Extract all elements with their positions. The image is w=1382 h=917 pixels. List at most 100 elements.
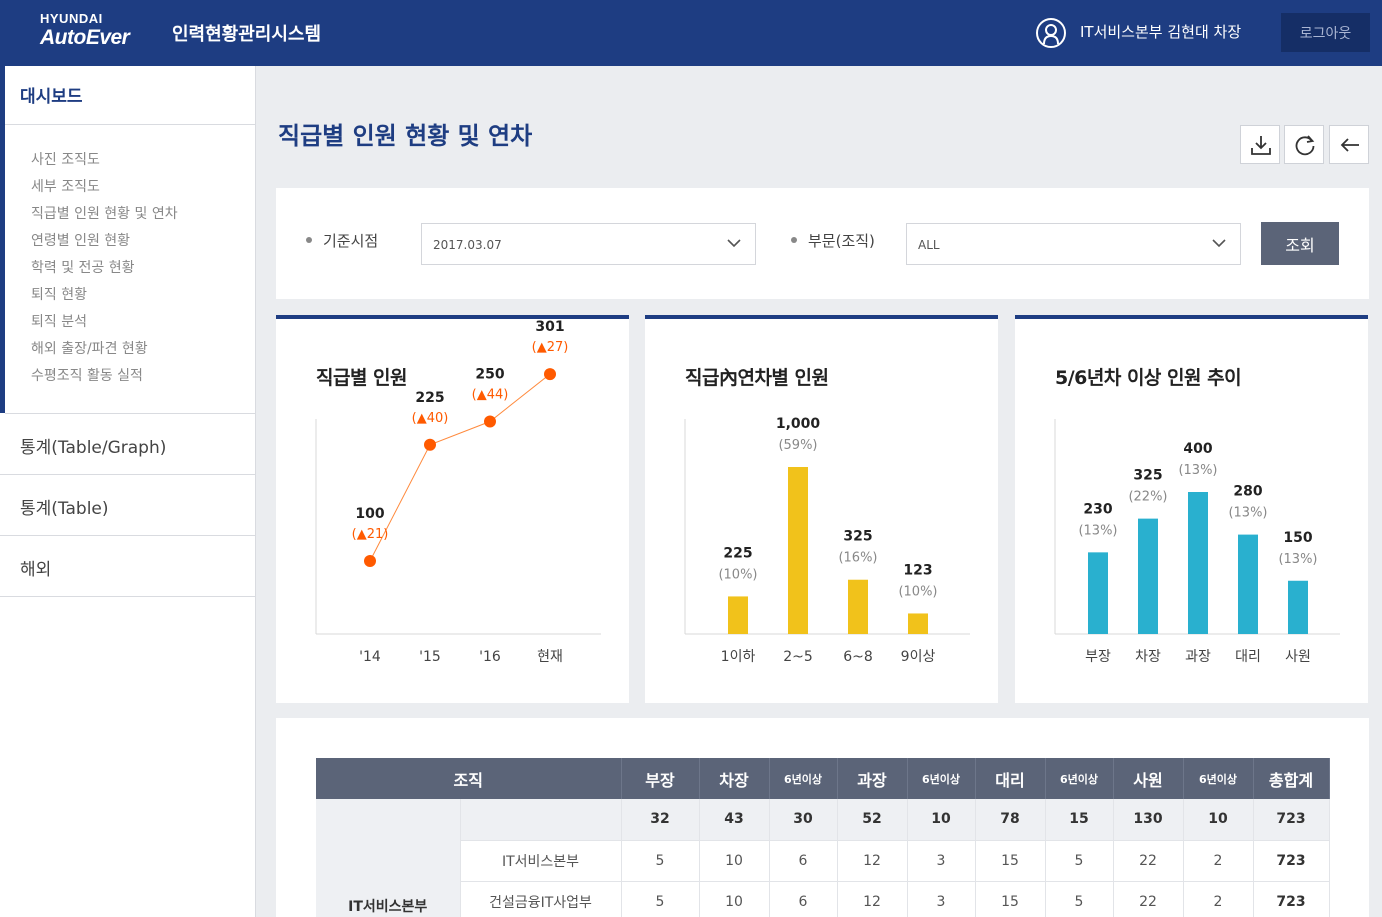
bar	[788, 467, 808, 634]
table-cell: IT서비스본부	[460, 840, 622, 882]
user-icon[interactable]	[1036, 18, 1066, 48]
data-point	[484, 415, 496, 428]
submenu-item-overseas-trip[interactable]: 해외 출장/파견 현황	[31, 339, 178, 366]
sidebar-item-stats-table[interactable]: 통계(Table)	[20, 494, 109, 519]
column-header[interactable]: 6년이상	[769, 758, 838, 799]
table-cell: 5	[1045, 881, 1114, 917]
submenu-item-horizontal-org[interactable]: 수평조직 활동 실적	[31, 366, 178, 393]
table-cell: 3	[907, 840, 976, 882]
table-cell: 15	[975, 840, 1046, 882]
submenu-item-photo-org[interactable]: 사진 조직도	[31, 150, 178, 177]
column-header[interactable]: 6년이상	[907, 758, 976, 799]
delta-label: (▲21)	[352, 527, 389, 542]
bullet	[791, 237, 797, 243]
hyundai-autoever-logo[interactable]: HYUNDAI AutoEver	[40, 12, 155, 52]
table-cell: 5	[621, 881, 700, 917]
data-label: 150	[1283, 530, 1312, 546]
data-point	[544, 368, 556, 381]
column-header[interactable]: 조직	[316, 758, 622, 799]
table-cell: 10	[907, 799, 976, 841]
table-cell: 15	[975, 881, 1046, 917]
divider	[0, 535, 256, 536]
page-title: 직급별 인원 현황 및 연차	[278, 122, 533, 150]
chevron-down-icon	[1212, 239, 1226, 248]
back-button[interactable]	[1329, 125, 1369, 164]
sidebar-item-overseas[interactable]: 해외	[20, 555, 51, 580]
table-cell: 10	[699, 840, 770, 882]
submenu-item-retirement[interactable]: 퇴직 현황	[31, 285, 178, 312]
table-panel: 조직 부장 차장 6년이상 과장 6년이상 대리 6년이상 사원 6년이상 총합…	[276, 718, 1369, 917]
org-cell: IT서비스본부	[316, 799, 461, 917]
date-select[interactable]: 2017.03.07	[421, 223, 756, 265]
org-select[interactable]: ALL	[906, 223, 1241, 265]
submenu-item-retirement-analysis[interactable]: 퇴직 분석	[31, 312, 178, 339]
data-label: 1,000	[776, 416, 821, 432]
divider	[0, 474, 256, 475]
data-point	[424, 438, 436, 451]
data-label: 225	[723, 545, 752, 561]
data-label: 325	[843, 529, 872, 545]
line-chart: 100 (▲21) '14 225 (▲40) '15 250 (▲44) '16 301 (▲27…	[315, 319, 601, 665]
column-header[interactable]: 사원	[1113, 758, 1184, 799]
bar	[1288, 580, 1308, 634]
table-cell: 12	[837, 881, 908, 917]
table-cell: 32	[621, 799, 700, 841]
tick-label: 대리	[1235, 649, 1261, 665]
table-cell: 43	[699, 799, 770, 841]
delta-label: (▲40)	[412, 411, 449, 426]
data-label: 250	[475, 367, 504, 383]
table-cell: 130	[1113, 799, 1184, 841]
column-header[interactable]: 6년이상	[1183, 758, 1254, 799]
chart-card-senior-trend: 5/6년차 이상 인원 추이 230 (13%) 부장 325 (22%) 차장 400 (1…	[1015, 315, 1368, 703]
submenu-item-detail-org[interactable]: 세부 조직도	[31, 177, 178, 204]
tick-label: 사원	[1285, 649, 1311, 665]
table-cell: 건설금융IT사업부	[460, 881, 622, 917]
column-header[interactable]: 과장	[837, 758, 908, 799]
series-line	[369, 373, 551, 562]
column-header[interactable]: 총합계	[1253, 758, 1330, 799]
logout-button[interactable]: 로그아웃	[1281, 13, 1370, 52]
tick-label: 부장	[1085, 649, 1111, 665]
table-cell: 6	[769, 840, 838, 882]
table-row[interactable]: IT서비스본부 5 10 6 12 3 15 5 22 2 723	[316, 840, 1330, 882]
data-label: 225	[415, 390, 444, 406]
download-button[interactable]	[1240, 125, 1280, 164]
column-header[interactable]: 대리	[975, 758, 1046, 799]
chart-card-rank-staff: 직급별 인원 100 (▲21) '14 225 (▲40) '15 250 (▲44) '16…	[276, 315, 629, 703]
percent-label: (16%)	[838, 551, 877, 566]
table-cell: 30	[769, 799, 838, 841]
table-cell	[460, 799, 622, 841]
top-header: HYUNDAI AutoEver 인력현황관리시스템 IT서비스본부 김현대 차…	[0, 0, 1382, 66]
table-header-row: 조직 부장 차장 6년이상 과장 6년이상 대리 6년이상 사원 6년이상 총합…	[316, 758, 1330, 799]
table-cell: 10	[699, 881, 770, 917]
divider	[0, 596, 256, 597]
tick-label: '14	[359, 649, 381, 665]
bar	[1188, 492, 1208, 634]
refresh-button[interactable]	[1284, 125, 1324, 164]
table-cell: 2	[1183, 840, 1254, 882]
submenu-item-rank-staff[interactable]: 직급별 인원 현황 및 연차	[31, 204, 178, 231]
table-cell: 5	[1045, 840, 1114, 882]
user-name: IT서비스본부 김현대 차장	[1080, 23, 1242, 41]
percent-label: (13%)	[1228, 506, 1267, 521]
percent-label: (13%)	[1178, 463, 1217, 478]
sidebar-item-stats-table-graph[interactable]: 통계(Table/Graph)	[20, 433, 166, 458]
submenu-item-education[interactable]: 학력 및 전공 현황	[31, 258, 178, 285]
delta-label: (▲44)	[472, 388, 509, 403]
tick-label: '15	[419, 649, 441, 665]
column-header[interactable]: 6년이상	[1045, 758, 1114, 799]
table-cell: 78	[975, 799, 1046, 841]
refresh-icon	[1295, 135, 1315, 156]
column-header[interactable]: 차장	[699, 758, 770, 799]
column-header[interactable]: 부장	[621, 758, 700, 799]
search-button[interactable]: 조회	[1261, 222, 1339, 265]
submenu-item-age-staff[interactable]: 연령별 인원 현황	[31, 231, 178, 258]
download-icon	[1251, 136, 1271, 155]
divider	[5, 413, 256, 414]
bar-chart: 225 (10%) 1이하 1,000 (59%) 2~5 325 (16%) 6~8 123 (1…	[684, 416, 970, 665]
table-cell: 2	[1183, 881, 1254, 917]
divider	[5, 124, 256, 125]
sidebar-item-dashboard[interactable]: 대시보드	[20, 82, 83, 107]
table-row[interactable]: 건설금융IT사업부 5 10 6 12 3 15 5 22 2 723	[316, 881, 1330, 917]
table-cell: 22	[1113, 881, 1184, 917]
